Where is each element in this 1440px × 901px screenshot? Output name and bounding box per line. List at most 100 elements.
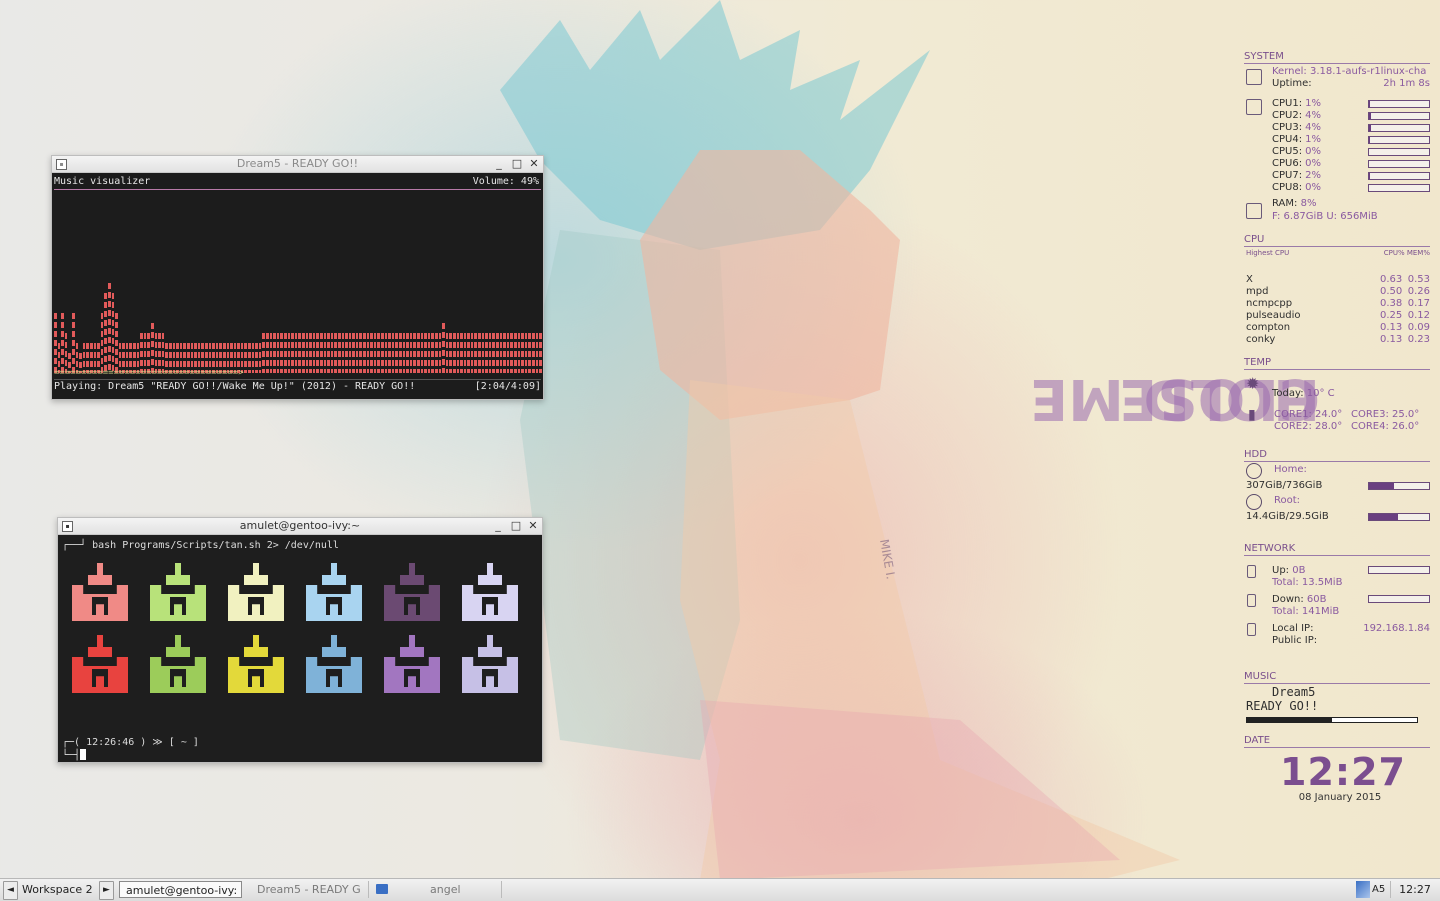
process-name: ncmpcpp — [1246, 298, 1293, 309]
cpu-core-bar — [1368, 148, 1430, 156]
cpu-core-bar — [1368, 124, 1430, 132]
spectrum-bar — [158, 333, 161, 373]
spectrum-bar — [391, 333, 395, 373]
spectrum-bar — [140, 333, 143, 373]
spectrum-bar — [237, 343, 240, 373]
spectrum-bar — [434, 333, 438, 373]
window-menu-icon[interactable]: ▪ — [62, 521, 73, 532]
spectrum-bar — [104, 293, 107, 373]
tank-art-grid — [72, 563, 522, 695]
next-workspace-icon[interactable]: ► — [99, 881, 114, 900]
process-cpu: 0.25 — [1380, 310, 1403, 321]
close-icon[interactable]: ✕ — [527, 520, 539, 532]
terminal-title: amulet@gentoo-ivy:~ — [239, 519, 361, 532]
home-usage-bar — [1368, 482, 1430, 490]
spectrum-bar — [395, 333, 398, 373]
core3-temp: CORE3: 25.0° — [1351, 409, 1420, 420]
spectrum-bar — [75, 343, 79, 373]
spectrum-bar — [309, 333, 312, 373]
visualizer-window[interactable]: ▪ Dream5 - READY GO!! _ □ ✕ Music visual… — [51, 155, 544, 400]
spectrum-bar — [190, 343, 194, 373]
cpu-core-fill — [1369, 173, 1371, 179]
cpu-core-bar — [1368, 172, 1430, 180]
terminal-titlebar[interactable]: ▪ amulet@gentoo-ivy:~ _ □ ✕ — [58, 518, 542, 535]
network-tray-icon[interactable] — [1356, 881, 1370, 898]
spectrum-bar — [413, 333, 416, 373]
tank-top — [322, 647, 346, 657]
cpu-core-value: 4% — [1305, 110, 1321, 121]
down-label: Down: — [1272, 594, 1304, 605]
terminal-body[interactable]: ┌──┘ bash Programs/Scripts/tan.sh 2> /de… — [58, 535, 542, 762]
cpu-core-label: CPU2: — [1272, 110, 1303, 121]
spectrum-bar — [71, 313, 75, 373]
spectrum-bar — [269, 333, 273, 373]
spectrum-bar — [373, 333, 377, 373]
process-cpu: 0.13 — [1380, 334, 1403, 345]
task-angel[interactable]: angel — [394, 881, 502, 898]
hdd-section: HDD Home: 307GiB/736GiB Root: 14.4GiB/29… — [1244, 449, 1430, 522]
spectrum-bar — [399, 333, 402, 373]
workspace-name[interactable]: Workspace 2 — [22, 881, 93, 898]
volume-readout: Volume: 49% — [472, 176, 539, 187]
music-song: READY GO!! — [1246, 699, 1319, 713]
now-playing-line: Playing: Dream5 "READY GO!!/Wake Me Up!"… — [54, 379, 541, 394]
network-icon — [1247, 623, 1256, 636]
process-mem: 0.26 — [1407, 286, 1430, 297]
spectrum-bar — [474, 333, 478, 373]
up-label: Up: — [1272, 565, 1290, 576]
close-icon[interactable]: ✕ — [528, 158, 540, 170]
today-value: 10° C — [1306, 388, 1335, 399]
thermometer-icon: ▮ — [1248, 407, 1256, 423]
keyboard-layout-indicator[interactable]: A5 — [1372, 881, 1385, 898]
spectrum-bar — [420, 333, 424, 373]
spectrum-bar — [381, 333, 384, 373]
music-section: MUSIC Dream5 READY GO!! — [1244, 671, 1430, 723]
cpu-core-row: CPU5: 0% — [1272, 146, 1321, 157]
cpu-core-row: CPU4: 1% — [1272, 134, 1321, 145]
maximize-icon[interactable]: □ — [510, 520, 522, 532]
window-menu-icon[interactable]: ▪ — [56, 159, 67, 170]
cpu-core-fill — [1369, 137, 1370, 143]
taskbar-clock[interactable]: 12:27 — [1390, 881, 1439, 898]
cpu-core-value: 1% — [1305, 98, 1321, 109]
spectrum-bar — [107, 283, 111, 373]
task-terminal[interactable]: amulet@gentoo-ivy: — [119, 881, 242, 898]
visualizer-label: Music visualizer — [54, 176, 151, 187]
visualizer-titlebar[interactable]: ▪ Dream5 - READY GO!! _ □ ✕ — [52, 156, 543, 173]
minimize-icon[interactable]: _ — [492, 520, 504, 532]
spectrum-bar — [183, 343, 186, 373]
cpu-core-fill — [1369, 125, 1372, 131]
spectrum-bar — [93, 343, 97, 373]
spectrum-bar — [456, 333, 460, 373]
spectrum-bar — [488, 333, 492, 373]
process-mem: 0.17 — [1407, 298, 1430, 309]
spectrum-bar — [363, 333, 366, 373]
tank-top — [478, 647, 502, 657]
network-title: NETWORK — [1244, 543, 1430, 556]
spectrum-bar — [86, 343, 89, 373]
task-visualizer[interactable]: Dream5 - READY G — [251, 881, 369, 898]
song-time: [2:04/4:09] — [474, 381, 541, 392]
kernel-value: 3.18.1-aufs-r1linux-cha — [1309, 66, 1427, 77]
tank-top — [478, 575, 502, 585]
tank-icon — [384, 635, 440, 695]
root-usage-fill — [1369, 514, 1399, 520]
spectrum-bar — [485, 333, 488, 373]
spectrum-bar — [266, 333, 269, 373]
prev-workspace-icon[interactable]: ◄ — [3, 881, 18, 900]
home-usage-fill — [1369, 483, 1395, 489]
spectrum-bar — [352, 333, 355, 373]
spectrum-bar — [531, 333, 535, 373]
terminal-input-line[interactable]: └─┤ — [62, 749, 87, 761]
folder-icon[interactable] — [376, 884, 388, 894]
home-label: Home: — [1274, 464, 1307, 475]
minimize-icon[interactable]: _ — [493, 158, 505, 170]
cpu-core-label: CPU6: — [1272, 158, 1303, 169]
uptime-value: 2h 1m 8s — [1383, 78, 1430, 89]
maximize-icon[interactable]: □ — [511, 158, 523, 170]
terminal-window[interactable]: ▪ amulet@gentoo-ivy:~ _ □ ✕ ┌──┘ bash Pr… — [57, 517, 543, 763]
spectrum-bar — [377, 333, 381, 373]
spectrum-bar — [427, 333, 431, 373]
spectrum-bar — [312, 333, 316, 373]
cpu-core-label: CPU3: — [1272, 122, 1303, 133]
